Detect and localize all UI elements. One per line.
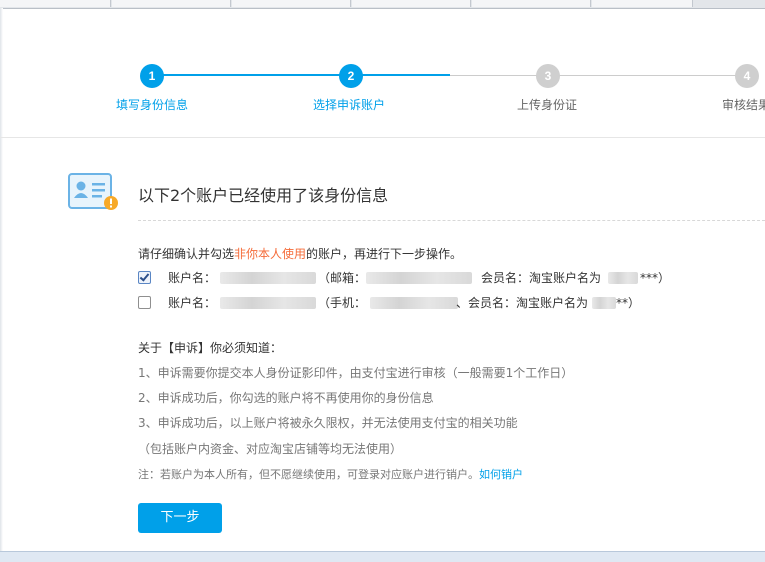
account-1-checkbox[interactable] bbox=[138, 271, 151, 284]
step-2-label: 选择申诉账户 bbox=[313, 98, 386, 112]
notice-item-3: 3、申诉成功后，以上账户将被永久限权，并无法使用支付宝的相关功能 bbox=[138, 416, 518, 430]
instruction-prefix: 请仔细确认并勾选 bbox=[138, 247, 235, 261]
notice-title: 关于【申诉】你必须知道： bbox=[138, 341, 283, 355]
step-2-number: 2 bbox=[339, 64, 363, 88]
id-card-warning-icon bbox=[68, 173, 118, 210]
browser-tab[interactable] bbox=[112, 0, 231, 7]
browser-tab[interactable] bbox=[592, 0, 693, 7]
notice-item-2: 2、申诉成功后，你勾选的账户将不再使用你的身份信息 bbox=[138, 391, 434, 405]
how-to-close-account-link[interactable]: 如何销户 bbox=[479, 468, 523, 481]
dashed-divider bbox=[138, 220, 765, 221]
account-row-1[interactable]: 账户名： （邮箱： 会员名：淘宝账户名为 ***） bbox=[138, 269, 698, 287]
account-2-contact-label: （手机： bbox=[318, 296, 367, 310]
browser-tab[interactable] bbox=[0, 0, 111, 7]
account-2-member-label: 、会员名：淘宝账户名为 bbox=[456, 296, 589, 310]
account-2-name-label: 账户名： bbox=[168, 296, 217, 310]
account-2-checkbox[interactable] bbox=[138, 296, 151, 309]
browser-tab[interactable] bbox=[472, 0, 591, 7]
step-3-label: 上传身份证 bbox=[517, 98, 578, 112]
step-1-label: 填写身份信息 bbox=[116, 98, 189, 112]
instruction-suffix: 的账户，再进行下一步操作。 bbox=[306, 247, 463, 261]
window-bottom-bar bbox=[0, 551, 765, 562]
step-4-number: 4 bbox=[735, 64, 759, 88]
account-1-contact-label: （邮箱： bbox=[318, 271, 367, 285]
progress-stepper: 1 2 3 4 填写身份信息 选择申诉账户 上传身份证 审核结果 bbox=[0, 9, 765, 138]
notice-note: 注：若账户为本人所有，但不愿继续使用，可登录对应账户进行销户。如何销户 bbox=[138, 466, 523, 482]
account-1-member-tail: ***） bbox=[640, 271, 671, 285]
instruction-text: 请仔细确认并勾选非你本人使用的账户，再进行下一步操作。 bbox=[138, 245, 462, 262]
step-connector-2-pending bbox=[450, 75, 548, 76]
page-title: 以下2个账户已经使用了该身份信息 bbox=[138, 186, 389, 205]
account-1-member-label: 会员名：淘宝账户名为 bbox=[481, 271, 602, 285]
browser-tab[interactable] bbox=[352, 0, 471, 7]
account-2-name-redacted bbox=[220, 297, 316, 309]
step-connector-1 bbox=[152, 74, 351, 76]
step-4-label: 审核结果 bbox=[722, 98, 765, 112]
step-1-number: 1 bbox=[140, 64, 164, 88]
step-connector-3 bbox=[548, 75, 747, 76]
instruction-highlight: 非你本人使用 bbox=[234, 247, 307, 261]
notice-item-1: 1、申诉需要你提交本人身份证影印件，由支付宝进行审核（一般需要1个工作日） bbox=[138, 366, 574, 380]
account-2-phone-redacted bbox=[370, 297, 458, 309]
step-connector-2-done bbox=[351, 74, 450, 76]
step-3-number: 3 bbox=[536, 64, 560, 88]
browser-tab[interactable] bbox=[232, 0, 351, 7]
account-row-2[interactable]: 账户名： （手机： 、会员名：淘宝账户名为 **） bbox=[138, 294, 698, 312]
notice-item-4: （包括账户内资金、对应淘宝店铺等均无法使用） bbox=[138, 442, 403, 456]
notice-note-text: 注：若账户为本人所有，但不愿继续使用，可登录对应账户进行销户。 bbox=[138, 468, 479, 481]
account-1-member-redacted bbox=[608, 272, 638, 284]
account-2-member-tail: **） bbox=[616, 296, 641, 310]
account-2-member-redacted bbox=[592, 297, 616, 309]
account-1-email-redacted bbox=[366, 272, 472, 284]
next-step-button[interactable]: 下一步 bbox=[138, 503, 222, 533]
browser-tab-strip bbox=[0, 0, 765, 9]
account-1-name-redacted bbox=[220, 272, 316, 284]
account-1-name-label: 账户名： bbox=[168, 271, 217, 285]
